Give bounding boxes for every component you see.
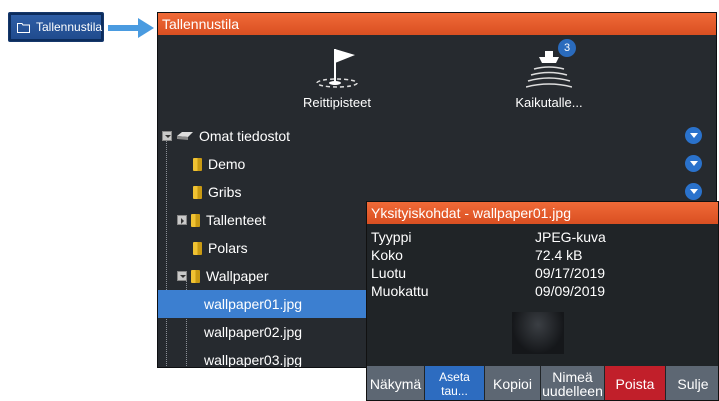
- storage-launcher-button[interactable]: Tallennustila: [8, 12, 104, 42]
- arrow-right-icon: [108, 16, 154, 45]
- property-key: Tyyppi: [371, 229, 412, 245]
- tree-item-label: wallpaper02.jpg: [204, 324, 303, 340]
- set-wallpaper-button[interactable]: Aseta tau...: [425, 366, 485, 400]
- folder-icon: [193, 241, 202, 255]
- rename-button[interactable]: Nimeä uudelleen: [541, 366, 605, 400]
- view-button[interactable]: Näkymä: [367, 366, 425, 400]
- image-thumbnail: [512, 312, 564, 354]
- tree-item-label: wallpaper01.jpg: [204, 296, 303, 312]
- properties-list: Tyyppi JPEG-kuva Koko 72.4 kB Luotu 09/1…: [367, 224, 718, 300]
- property-key: Muokattu: [371, 283, 429, 299]
- property-row: Koko 72.4 kB: [371, 246, 714, 264]
- tree-row-demo[interactable]: Demo: [158, 150, 716, 178]
- tile-waypoints[interactable]: Reittipisteet: [272, 41, 402, 110]
- folder-icon: [193, 157, 202, 171]
- property-value: 09/17/2019: [535, 265, 606, 281]
- rename-label-line2: uudelleen: [542, 383, 603, 399]
- dialog-button-bar: Näkymä Aseta tau... Kopioi Nimeä uudelle…: [367, 366, 718, 400]
- property-value: 09/09/2019: [535, 283, 606, 299]
- tile-label: Reittipisteet: [303, 95, 371, 110]
- dialog-title: Yksityiskohdat - wallpaper01.jpg: [367, 202, 718, 224]
- tree-item-label: Wallpaper: [206, 268, 269, 284]
- property-row: Luotu 09/17/2019: [371, 264, 714, 282]
- folder-icon: [193, 185, 202, 199]
- copy-button[interactable]: Kopioi: [485, 366, 541, 400]
- chevron-down-icon[interactable]: [685, 127, 702, 144]
- close-button[interactable]: Sulje: [666, 366, 718, 400]
- tree-row-my-files[interactable]: Omat tiedostot: [158, 122, 716, 150]
- details-dialog: Yksityiskohdat - wallpaper01.jpg Tyyppi …: [366, 201, 719, 401]
- tree-item-label: Omat tiedostot: [199, 128, 291, 144]
- tile-label: Kaikutalle...: [515, 95, 583, 110]
- expand-icon[interactable]: [177, 215, 187, 225]
- property-row: Muokattu 09/09/2019: [371, 282, 714, 300]
- property-key: Luotu: [371, 265, 407, 281]
- drive-icon: [176, 131, 194, 141]
- folder-icon: [191, 213, 200, 227]
- tree-item-label: Tallenteet: [206, 212, 266, 228]
- chevron-down-icon[interactable]: [685, 183, 702, 200]
- property-value: 72.4 kB: [535, 247, 583, 263]
- rename-label-line1: Nimeä: [552, 369, 593, 385]
- collapse-icon[interactable]: [162, 131, 172, 141]
- tile-echo-recordings[interactable]: 3 Kaikutalle...: [484, 39, 614, 110]
- folder-icon: [191, 269, 200, 283]
- count-badge: 3: [558, 39, 576, 57]
- property-value: JPEG-kuva: [535, 229, 606, 245]
- tree-item-label: Demo: [208, 156, 246, 172]
- property-key: Koko: [371, 247, 403, 263]
- launcher-label: Tallennustila: [36, 20, 103, 34]
- quick-access-tiles: Reittipisteet 3 Kaikutalle...: [158, 35, 716, 121]
- panel-title: Tallennustila: [158, 13, 716, 35]
- sonar-boat-icon: 3: [484, 39, 614, 89]
- waypoint-flag-icon: [272, 41, 402, 89]
- delete-button[interactable]: Poista: [605, 366, 666, 400]
- tree-item-label: Gribs: [208, 184, 242, 200]
- tree-item-label: wallpaper03.jpg: [204, 352, 303, 368]
- tree-item-label: Polars: [208, 240, 248, 256]
- property-row: Tyyppi JPEG-kuva: [371, 228, 714, 246]
- chevron-down-icon[interactable]: [685, 155, 702, 172]
- collapse-icon[interactable]: [177, 271, 187, 281]
- folder-icon: [17, 22, 30, 33]
